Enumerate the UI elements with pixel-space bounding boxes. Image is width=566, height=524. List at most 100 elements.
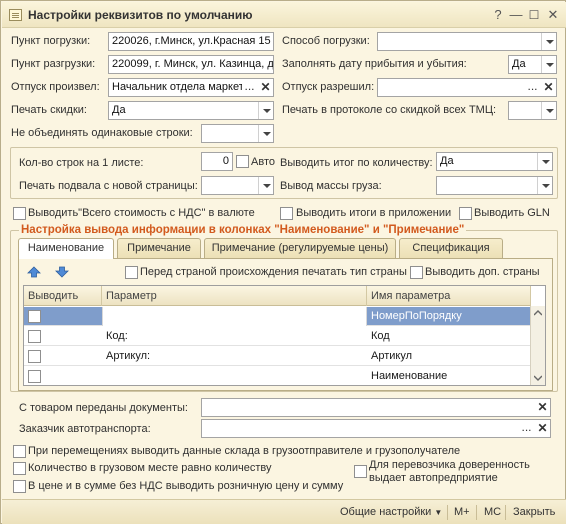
row-checkbox[interactable] <box>28 330 41 343</box>
close-button[interactable]: Закрыть <box>513 506 555 518</box>
sposob-pogruzki-select[interactable] <box>377 32 557 51</box>
separator <box>505 505 506 520</box>
table-row[interactable]: Код: Код <box>24 327 531 346</box>
kolichestvo-gruz-label: Количество в грузовом месте равно количе… <box>28 462 272 474</box>
kol-strok-input[interactable]: 0 <box>201 152 233 171</box>
column-header-parametr[interactable]: Параметр <box>102 286 367 306</box>
zakazchik-input[interactable]: ... ✕ <box>201 419 551 438</box>
clear-icon[interactable]: ✕ <box>535 420 550 437</box>
strana-type-label: Перед страной происхождения печатать тип… <box>140 266 407 278</box>
minimize-icon[interactable]: — <box>508 7 524 23</box>
zapolnyat-datu-select[interactable]: Да <box>508 55 557 74</box>
dop-strany-checkbox[interactable] <box>410 266 423 279</box>
kolichestvo-gruz-checkbox[interactable] <box>13 462 26 475</box>
help-icon[interactable]: ? <box>490 7 506 23</box>
table-row[interactable]: Артикул: Артикул <box>24 347 531 366</box>
m-plus-button[interactable]: M+ <box>454 506 470 518</box>
close-icon[interactable]: ✕ <box>545 7 561 23</box>
window-icon <box>9 9 22 21</box>
itog-kolichestvo-select[interactable]: Да <box>436 152 553 171</box>
massa-gruza-select[interactable] <box>436 176 553 195</box>
separator <box>476 505 477 520</box>
chevron-down-icon[interactable] <box>258 177 273 194</box>
chevron-down-icon[interactable] <box>258 125 273 142</box>
columns-tabs: Наименование Примечание Примечание (регу… <box>18 238 553 260</box>
column-header-vyvodit[interactable]: Выводить <box>24 286 102 306</box>
ne-obedinyat-label: Не объединять одинаковые строки: <box>11 127 193 139</box>
sposob-pogruzki-label: Способ погрузки: <box>282 35 370 47</box>
move-up-icon[interactable] <box>27 265 41 279</box>
chevron-down-icon[interactable] <box>541 102 556 119</box>
row-param[interactable]: Артикул: <box>102 347 367 366</box>
perevozchik-label-line2: выдает автопредприятие <box>369 472 498 484</box>
row-name: НомерПоПорядку <box>371 310 462 322</box>
pechat-skidki-label: Печать скидки: <box>11 104 87 116</box>
itogi-prilozhenii-checkbox[interactable] <box>280 207 293 220</box>
row-param[interactable] <box>102 307 367 326</box>
row-name: Код <box>371 330 390 342</box>
punkt-razgruzki-label: Пункт разгрузки: <box>11 58 96 70</box>
obshie-nastroiki-button[interactable]: Общие настройки ▼ <box>340 506 442 518</box>
pechat-protokole-select[interactable] <box>508 101 557 120</box>
otpusk-razreshil-input[interactable]: ... ✕ <box>377 78 557 97</box>
scroll-down-icon[interactable] <box>534 375 542 381</box>
select-dots-icon[interactable]: ... <box>242 79 257 96</box>
chevron-down-icon[interactable] <box>537 177 552 194</box>
row-checkbox[interactable] <box>28 310 41 323</box>
scroll-up-icon[interactable] <box>534 310 542 316</box>
table-row[interactable]: Наименование <box>24 367 531 385</box>
clear-icon[interactable]: ✕ <box>258 79 273 96</box>
avto-label: Авто <box>251 156 275 168</box>
strana-type-checkbox[interactable] <box>125 266 138 279</box>
tab-primechanie[interactable]: Примечание <box>117 238 201 258</box>
dop-strany-label: Выводить доп. страны <box>425 266 540 278</box>
chevron-down-icon[interactable] <box>537 153 552 170</box>
chevron-down-icon[interactable] <box>541 56 556 73</box>
zakazchik-label: Заказчик автотранспорта: <box>19 423 151 435</box>
avto-checkbox[interactable] <box>236 155 249 168</box>
peremeshenie-checkbox[interactable] <box>13 445 26 458</box>
perevozchik-label-line1: Для перевозчика доверенность <box>369 459 530 471</box>
otpusk-proizvel-input[interactable]: Начальник отдела маркет ... ✕ <box>108 78 274 97</box>
pechat-skidki-select[interactable]: Да <box>108 101 274 120</box>
clear-icon[interactable]: ✕ <box>535 399 550 416</box>
maximize-icon[interactable]: ☐ <box>526 7 542 23</box>
perevozchik-checkbox[interactable] <box>354 465 367 478</box>
bottom-toolbar: Общие настройки ▼ M+ MC Закрыть <box>2 499 566 524</box>
select-dots-icon[interactable]: ... <box>519 420 534 437</box>
table-scrollbar[interactable] <box>530 306 545 385</box>
obshie-nastroiki-label: Общие настройки <box>340 506 432 518</box>
massa-gruza-label: Вывод массы груза: <box>280 180 382 192</box>
select-dots-icon[interactable]: ... <box>525 79 540 96</box>
row-param[interactable] <box>102 367 367 385</box>
chevron-down-icon[interactable] <box>258 102 273 119</box>
columns-group-title: Настройка вывода информации в колонках "… <box>19 224 467 236</box>
roznichnaya-label: В цене и в сумме без НДС выводить рознич… <box>28 480 344 492</box>
row-checkbox[interactable] <box>28 370 41 383</box>
vsego-nds-checkbox[interactable] <box>13 207 26 220</box>
parameters-table: Выводить Параметр Имя параметра НомерПоП… <box>23 285 546 386</box>
tab-primechanie-reguliruemye[interactable]: Примечание (регулируемые цены) <box>204 238 396 258</box>
punkt-razgruzki-input[interactable]: 220099, г. Минск, ул. Казинца, д <box>108 55 274 74</box>
tab-specifikaciya[interactable]: Спецификация <box>399 238 503 258</box>
window-title: Настройки реквизитов по умолчанию <box>28 8 253 22</box>
punkt-pogruzki-input[interactable]: 220026, г.Минск, ул.Красная 15 <box>108 32 274 51</box>
mc-button[interactable]: MC <box>484 506 501 518</box>
row-param[interactable]: Код: <box>102 327 367 346</box>
dokumenty-input[interactable]: ✕ <box>201 398 551 417</box>
move-down-icon[interactable] <box>55 265 69 279</box>
gln-checkbox[interactable] <box>459 207 472 220</box>
roznichnaya-checkbox[interactable] <box>13 480 26 493</box>
ne-obedinyat-select[interactable] <box>201 124 274 143</box>
chevron-down-icon[interactable] <box>541 33 556 50</box>
settings-window: Настройки реквизитов по умолчанию ? — ☐ … <box>0 0 566 524</box>
gln-label: Выводить GLN <box>474 207 550 219</box>
clear-icon[interactable]: ✕ <box>541 79 556 96</box>
vsego-nds-label: Выводить"Всего стоимость с НДС" в валюте <box>28 207 255 219</box>
table-row[interactable]: НомерПоПорядку <box>24 307 531 326</box>
otpusk-proizvel-label: Отпуск произвел: <box>11 81 100 93</box>
pechat-podvala-select[interactable] <box>201 176 274 195</box>
row-checkbox[interactable] <box>28 350 41 363</box>
column-header-imya[interactable]: Имя параметра <box>367 286 531 306</box>
tab-naimenovanie[interactable]: Наименование <box>18 238 114 259</box>
